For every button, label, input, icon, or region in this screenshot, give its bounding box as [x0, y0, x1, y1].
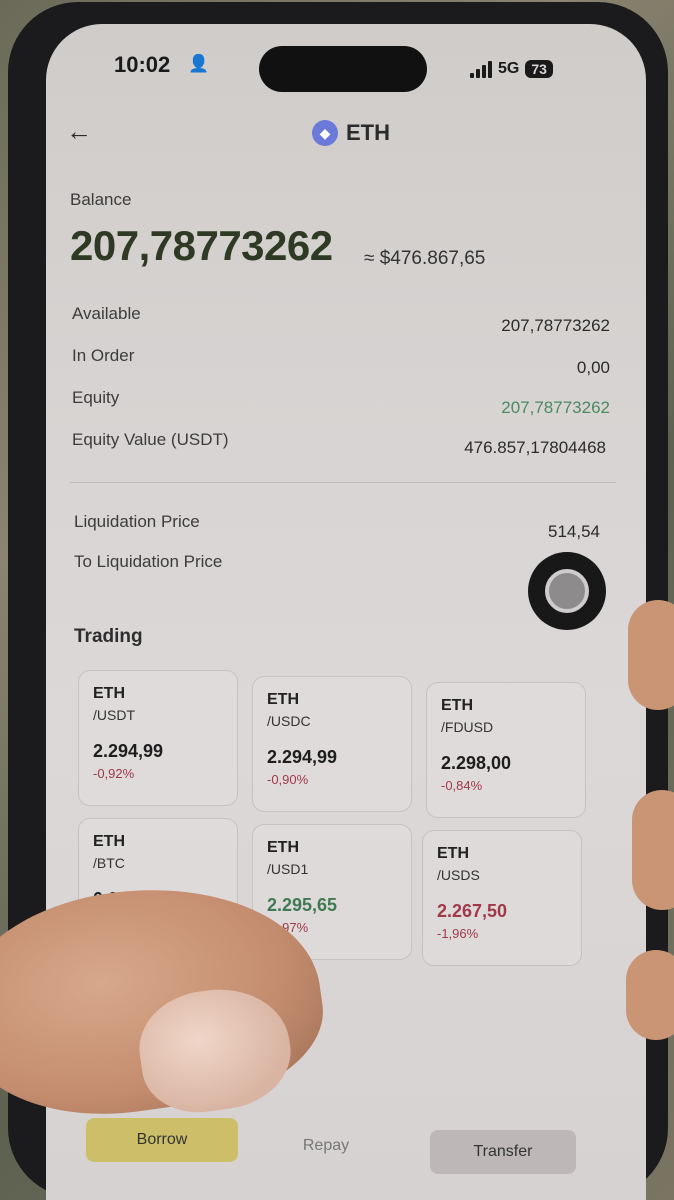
assistive-touch-button[interactable]: [528, 552, 606, 630]
network-label: 5G: [498, 60, 520, 77]
pair-quote: /USDS: [437, 867, 480, 883]
battery-icon: 73: [525, 60, 553, 78]
pair-base: ETH: [437, 845, 469, 862]
pair-quote: /FDUSD: [441, 719, 494, 735]
status-indicators: 5G 73: [470, 60, 553, 78]
pair-price: 2.295,65: [267, 895, 338, 915]
finger: [632, 790, 674, 910]
balance-usd: ≈ $476.867,65: [364, 248, 486, 269]
pair-price: 2.298,00: [441, 753, 512, 773]
pair-quote: /BTC: [93, 855, 125, 871]
pair-card-eth-fdusd[interactable]: ETH /FDUSD 2.298,00 -0,84%: [426, 682, 586, 818]
signal-icon: [470, 60, 492, 78]
ethereum-logo-icon: ◆: [312, 120, 338, 146]
pair-change: -0,90%: [267, 772, 309, 787]
pair-price: 2.267,50: [437, 901, 508, 921]
pair-change: -0,92%: [93, 766, 135, 781]
in-order-label: In Order: [72, 346, 135, 365]
pair-base: ETH: [267, 839, 299, 856]
page-title: ETH: [346, 120, 390, 145]
repay-button[interactable]: Repay: [256, 1124, 396, 1168]
divider: [70, 482, 616, 483]
pair-card-eth-usds[interactable]: ETH /USDS 2.267,50 -1,96%: [422, 830, 582, 966]
equity-value-usdt: 476.857,17804468: [464, 438, 606, 457]
pair-change: -0,84%: [441, 778, 483, 793]
pair-quote: /USD1: [267, 861, 309, 877]
pair-base: ETH: [93, 685, 125, 702]
back-arrow-icon[interactable]: ←: [66, 116, 92, 147]
in-order-value: 0,00: [576, 358, 610, 377]
finger: [626, 950, 674, 1040]
pair-price: 2.294,99: [267, 747, 338, 767]
pair-quote: /USDT: [93, 707, 135, 723]
pair-base: ETH: [267, 691, 299, 708]
person-icon: 👤: [188, 54, 210, 73]
pair-card-eth-usdt[interactable]: ETH /USDT 2.294,99 -0,92%: [78, 670, 238, 806]
dynamic-island: [259, 46, 427, 92]
trading-section-title: Trading: [74, 626, 143, 647]
status-time: 10:02: [114, 52, 171, 77]
to-liquidation-label: To Liquidation Price: [74, 552, 223, 571]
liquidation-price-label: Liquidation Price: [74, 512, 200, 531]
equity-value: 207,78773262: [501, 398, 610, 417]
pair-base: ETH: [441, 697, 473, 714]
available-label: Available: [72, 304, 141, 323]
balance-label: Balance: [70, 190, 132, 209]
pair-base: ETH: [93, 833, 125, 850]
borrow-button[interactable]: Borrow: [86, 1118, 238, 1162]
pair-card-eth-usdc[interactable]: ETH /USDC 2.294,99 -0,90%: [252, 676, 412, 812]
pair-price: 2.294,99: [93, 741, 164, 761]
transfer-button[interactable]: Transfer: [430, 1130, 576, 1174]
page-header: ◆ ETH: [312, 120, 390, 146]
equity-value-usdt-label: Equity Value (USDT): [72, 430, 229, 449]
balance-amount: 207,78773262: [70, 222, 333, 269]
available-value: 207,78773262: [501, 316, 610, 335]
finger: [628, 600, 674, 710]
liquidation-price-value: 514,54: [548, 522, 600, 541]
pair-quote: /USDC: [267, 713, 311, 729]
pair-change: -1,96%: [437, 926, 479, 941]
equity-label: Equity: [72, 388, 120, 407]
